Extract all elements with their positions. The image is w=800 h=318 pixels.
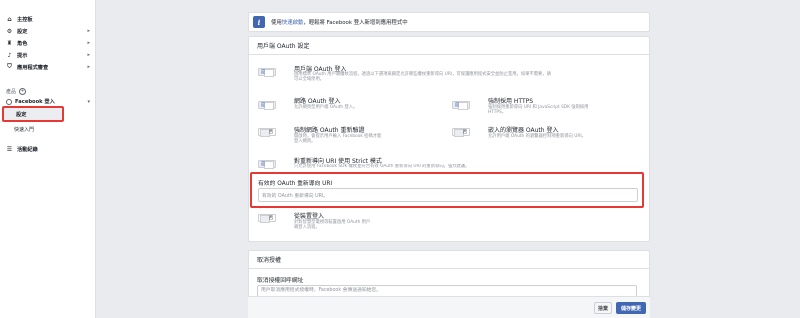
- web-oauth-toggle[interactable]: 是: [258, 101, 276, 110]
- quickstart-info-bar: i 使用快速啟動，輕鬆將 Facebook 登入新增到應用程式中: [248, 12, 650, 32]
- force-reauth-desc: 開啟時，會提示用戶輸入 Facebook 密碼才能登入網頁。: [294, 134, 382, 145]
- sidebar-item-app-review[interactable]: ⛉ 應用程式審查 ▸: [6, 62, 90, 72]
- home-icon: ⌂: [7, 15, 12, 23]
- sidebar-subitem-settings[interactable]: 設定: [2, 106, 64, 122]
- web-oauth-title: 網路 OAuth 登入: [294, 98, 341, 105]
- sidebar-item-facebook-login[interactable]: Facebook 登入 ▾: [6, 98, 90, 105]
- client-oauth-toggle[interactable]: 是: [258, 68, 276, 77]
- sidebar-item-label: 設定: [17, 28, 28, 35]
- client-oauth-desc: 啟用標準 OAuth 用戶端權杖流程，透過以下選項來鎖定允許哪些權杖重新導向 U…: [294, 72, 551, 83]
- redirect-uri-label: 有效的 OAuth 重新導向 URI: [258, 181, 333, 187]
- chevron-right-icon: ▸: [87, 28, 90, 34]
- embedded-browser-desc: 允許用戶端 OAuth 的瀏覽器控制項重新導向 URI。: [488, 134, 586, 139]
- add-product-icon[interactable]: +: [19, 88, 27, 95]
- sidebar-item-dashboard[interactable]: ⌂ 主控板: [6, 14, 90, 24]
- redirect-uri-section: 有效的 OAuth 重新導向 URI 有效的 OAuth 重新導向 URI。: [250, 172, 644, 208]
- sidebar-item-label: 角色: [17, 40, 28, 47]
- gear-icon: ⚙: [6, 27, 13, 35]
- card-header: 用戶端 OAuth 設定: [249, 37, 649, 55]
- device-login-desc: 針對智慧型電視等裝置啟用 OAuth 用戶端登入流程。: [294, 220, 371, 231]
- sidebar-subitem-quickstart[interactable]: 快速入門: [14, 126, 34, 133]
- web-oauth-desc: 允許網頁型用戶端 OAuth 登入。: [294, 105, 358, 110]
- info-icon: i: [253, 16, 265, 28]
- sidebar-item-settings[interactable]: ⚙ 設定 ▸: [6, 26, 90, 36]
- card-header: 取消授權: [249, 251, 649, 269]
- chevron-right-icon: ▸: [87, 40, 90, 46]
- force-https-toggle[interactable]: 是: [452, 101, 470, 110]
- sidebar-item-alerts[interactable]: ♪ 提示 ▸: [6, 50, 90, 60]
- quickstart-link[interactable]: 快速啟動: [282, 20, 304, 26]
- force-https-desc: 強制採用重新導向 URI 和 JavaScript SDK 強制採用 HTTPS…: [488, 105, 589, 116]
- sidebar-item-roles[interactable]: ♜ 角色 ▸: [6, 38, 90, 48]
- deauth-callback-label: 取消授權回呼網址: [257, 278, 304, 284]
- sidebar-item-activity-log[interactable]: ☰ 活動紀錄: [6, 144, 90, 154]
- force-reauth-title: 強制網路 OAuth 重新驗證: [294, 127, 365, 134]
- embedded-browser-toggle[interactable]: 否: [452, 128, 470, 137]
- products-section-label: 產品 +: [6, 88, 27, 95]
- facebook-login-icon: [6, 98, 12, 105]
- list-icon: ☰: [6, 145, 13, 153]
- chevron-down-icon: ▾: [87, 98, 90, 105]
- redirect-uri-input[interactable]: 有效的 OAuth 重新導向 URI。: [258, 188, 638, 202]
- force-reauth-toggle[interactable]: 否: [258, 128, 276, 137]
- sidebar-item-label: 應用程式審查: [17, 64, 49, 71]
- sidebar-item-label: 活動紀錄: [17, 146, 38, 153]
- info-text: 使用快速啟動，輕鬆將 Facebook 登入新增到應用程式中: [271, 20, 408, 26]
- save-bar: 捨棄 儲存變更: [248, 296, 650, 318]
- sidebar: ⌂ 主控板 ⚙ 設定 ▸ ♜ 角色 ▸ ♪ 提示 ▸ ⛉ 應用程式審查 ▸ 產品…: [0, 0, 96, 318]
- shield-icon: ⛉: [7, 63, 12, 70]
- force-https-title: 強制採用 HTTPS: [488, 98, 534, 105]
- bell-icon: ♪: [7, 51, 12, 59]
- discard-button[interactable]: 捨棄: [594, 302, 612, 314]
- device-login-toggle[interactable]: 否: [258, 214, 276, 223]
- chevron-right-icon: ▸: [87, 64, 90, 70]
- sidebar-item-label: 提示: [17, 52, 28, 59]
- roles-icon: ♜: [6, 39, 13, 47]
- embedded-browser-title: 嵌入的瀏覽器 OAuth 登入: [488, 127, 559, 134]
- save-changes-button[interactable]: 儲存變更: [616, 302, 646, 314]
- device-login-title: 從裝置登入: [294, 213, 325, 220]
- strict-mode-desc: 只允許使用 Facebook SDK 權杖並符合有效 OAuth 重新導向 UR…: [294, 164, 470, 169]
- chevron-right-icon: ▸: [87, 52, 90, 58]
- strict-mode-toggle[interactable]: 是: [258, 160, 276, 169]
- sidebar-item-label: 主控板: [17, 16, 33, 23]
